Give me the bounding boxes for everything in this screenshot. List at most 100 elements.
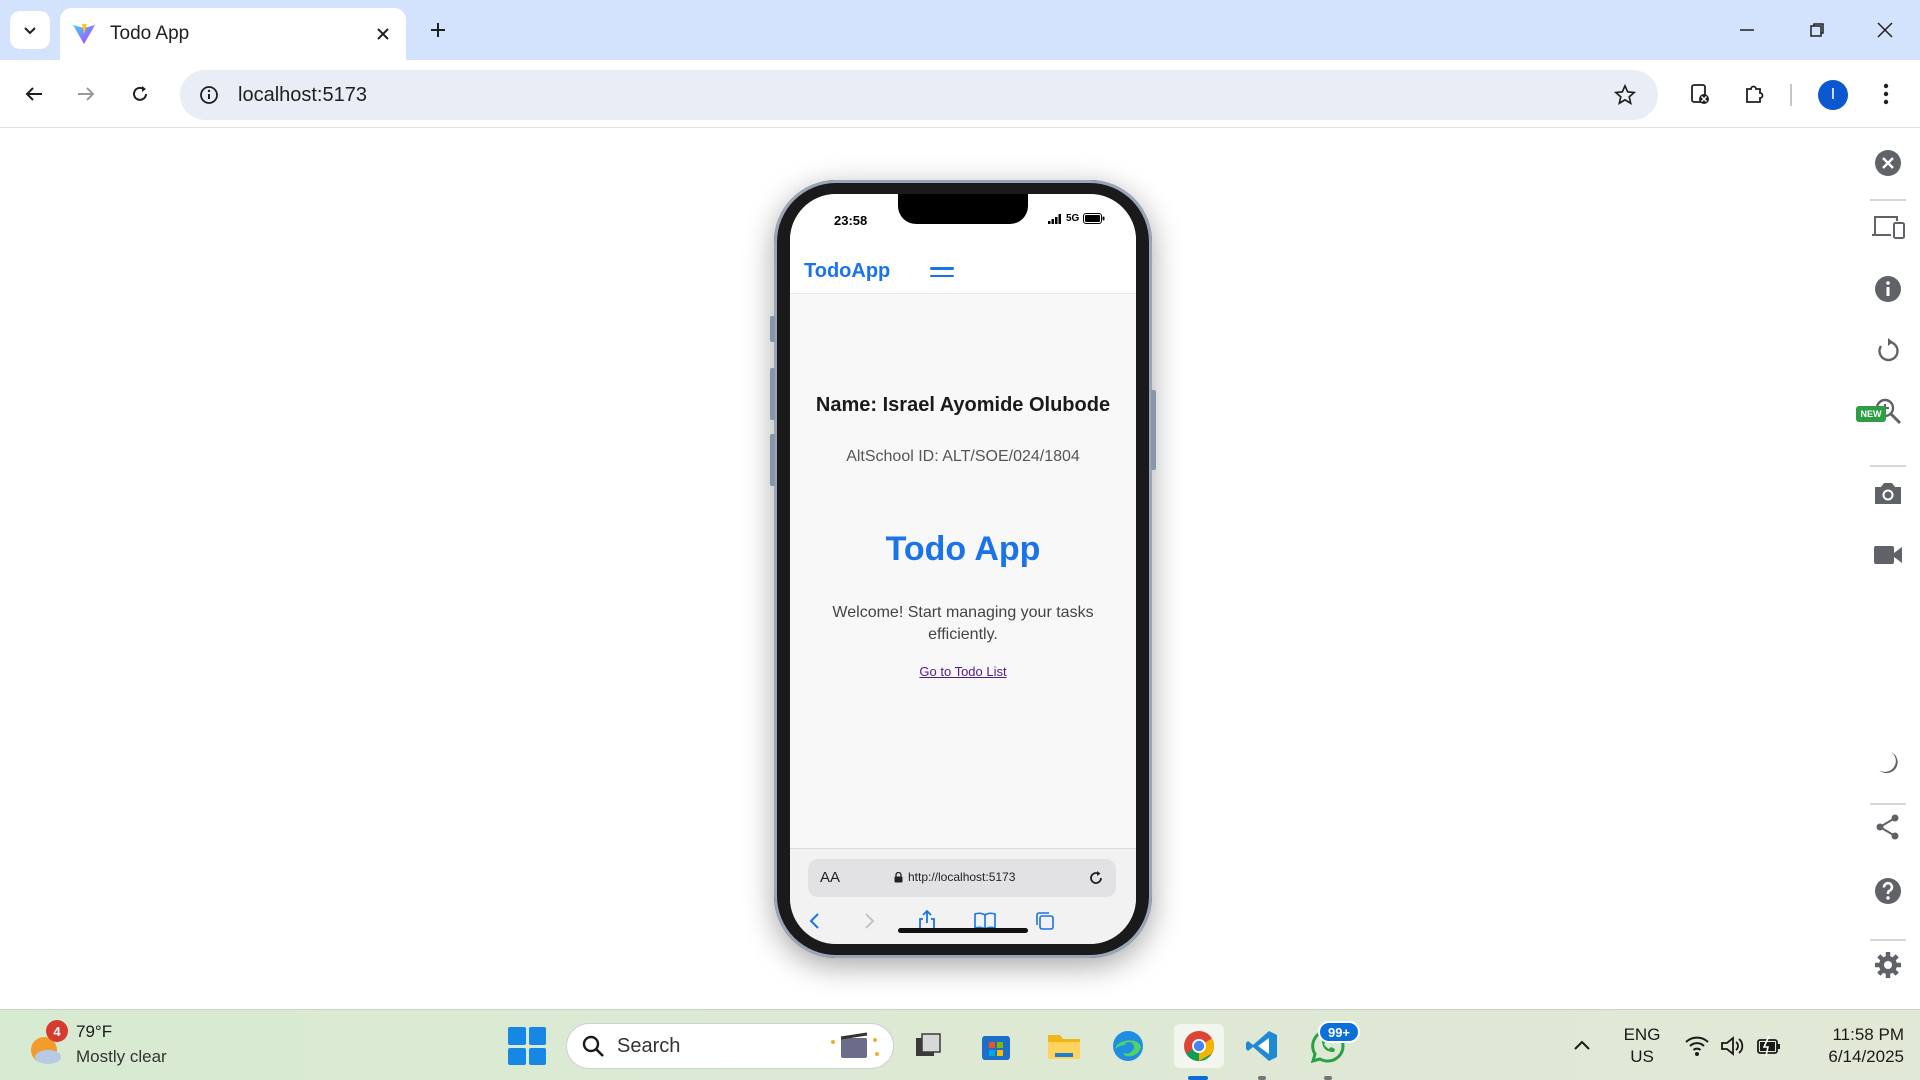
help-button[interactable] [1870,873,1906,909]
system-clock[interactable]: 11:58 PM 6/14/2025 [1794,1024,1904,1068]
browser-menu-button[interactable] [1866,74,1906,114]
page-title: Todo App [885,530,1041,568]
kebab-menu-icon [1883,83,1889,105]
input-language[interactable]: ENG US [1620,1024,1664,1068]
windows-logo-pane [528,1047,546,1065]
microsoft-store-button[interactable] [974,1024,1018,1068]
todo-list-link[interactable]: Go to Todo List [790,664,1136,679]
share-button[interactable] [1870,809,1906,845]
vite-logo-icon [73,24,95,44]
weather-alert-badge: 4 [46,1020,68,1042]
folder-icon [1048,1035,1080,1059]
text-size-button[interactable]: AA [820,869,840,886]
tab-search-button[interactable] [10,11,50,49]
extensions-button[interactable] [1734,74,1774,114]
chrome-button[interactable] [1174,1024,1224,1068]
device-select-button[interactable] [1870,209,1906,245]
author-name: Name: Israel Ayomide Olubode [815,394,1111,416]
reload-icon[interactable] [1086,868,1106,888]
close-window-button[interactable] [1862,10,1908,50]
clock-date: 6/14/2025 [1828,1047,1904,1066]
phone-screen: 23:58 5G TodoApp Name: Israel Ayomide Ol… [790,194,1136,944]
camera-icon [1875,483,1901,504]
record-button[interactable] [1870,537,1906,573]
taskbar-search[interactable]: Search [566,1023,894,1069]
arrow-left-icon [25,87,42,101]
tab-close-button[interactable] [368,19,398,49]
url-text[interactable]: localhost:5173 [238,84,1600,107]
chevron-up-icon[interactable] [1570,1034,1594,1058]
browser-toolbar: localhost:5173 [0,60,1920,128]
video-camera-icon [1874,546,1902,564]
search-icon [582,1035,604,1057]
edge-icon [1113,1031,1143,1061]
phone-frame: 23:58 5G TodoApp Name: Israel Ayomide Ol… [770,180,1156,958]
screenshot-button[interactable] [1870,475,1906,511]
wifi-icon[interactable] [1684,1034,1710,1058]
close-emulator-button[interactable] [1870,145,1906,181]
tabs-icon [1036,912,1054,930]
browser-tab[interactable]: Todo App [60,8,406,60]
volume-icon[interactable] [1720,1034,1746,1058]
task-view-icon [916,1033,941,1056]
hamburger-menu-button[interactable] [930,264,954,280]
weather-temp[interactable]: 79°F [76,1022,112,1042]
signal-icon [1048,213,1061,224]
bookmark-button[interactable] [1600,70,1650,120]
altschool-id: AltSchool ID: ALT/SOE/024/1804 [846,448,1080,465]
safari-address-field[interactable]: AA http://localhost:5173 [808,859,1116,897]
windows-logo-pane [528,1027,546,1045]
app-navbar: TodoApp [790,250,1136,294]
safari-forward-button[interactable] [857,909,883,933]
clock-time: 11:58 PM [1832,1025,1904,1044]
minimize-icon [1740,29,1754,31]
panel-separator [1870,803,1906,805]
address-bar[interactable]: localhost:5173 [180,70,1658,120]
vscode-button[interactable] [1240,1024,1284,1068]
app-brand[interactable]: TodoApp [804,260,890,283]
start-button[interactable] [508,1027,546,1065]
edge-button[interactable] [1106,1024,1150,1068]
help-icon [1875,878,1901,904]
reload-button[interactable] [120,74,160,114]
site-info-button[interactable] [184,70,234,120]
network-label: 5G [1066,213,1080,224]
back-button[interactable] [14,74,54,114]
settings-button[interactable] [1870,947,1906,983]
safari-url-text: http://localhost:5173 [908,870,1016,884]
panel-separator [1870,939,1906,941]
rotate-button[interactable] [1870,333,1906,369]
weather-desc[interactable]: Mostly clear [76,1047,167,1067]
welcome-text: Welcome! Start managing your tasks effic… [832,604,1094,643]
windows-logo-pane [508,1047,526,1065]
arrow-right-icon [78,87,95,101]
lang-region: US [1630,1047,1654,1066]
new-tab-button[interactable] [422,14,454,46]
rotate-icon [1878,338,1899,362]
microsoft-store-icon [982,1036,1010,1060]
restore-button[interactable] [1794,10,1840,50]
gear-icon [1875,952,1901,978]
chevron-down-icon [24,27,36,35]
minimize-button[interactable] [1724,10,1770,50]
dark-mode-button[interactable] [1870,745,1906,781]
extension-adblock-button[interactable] [1680,74,1720,114]
task-view-button[interactable] [906,1024,950,1068]
close-circle-icon [1875,150,1901,176]
close-icon [1877,22,1893,38]
file-explorer-button[interactable] [1042,1024,1086,1068]
device-emulator-panel [1856,129,1920,1009]
battery-charging-icon[interactable] [1756,1034,1782,1058]
profile-avatar[interactable]: I [1818,80,1848,110]
safari-back-button[interactable] [801,909,827,933]
chevron-right-icon [865,913,875,929]
hamburger-line [930,274,954,277]
phone-mute-switch [770,316,775,342]
hamburger-line [930,267,954,270]
device-info-button[interactable] [1870,271,1906,307]
forward-button[interactable] [66,74,106,114]
toolbar-separator [1790,84,1792,106]
star-icon [1614,84,1636,105]
home-indicator [898,928,1028,933]
safari-tabs-button[interactable] [1032,909,1058,933]
